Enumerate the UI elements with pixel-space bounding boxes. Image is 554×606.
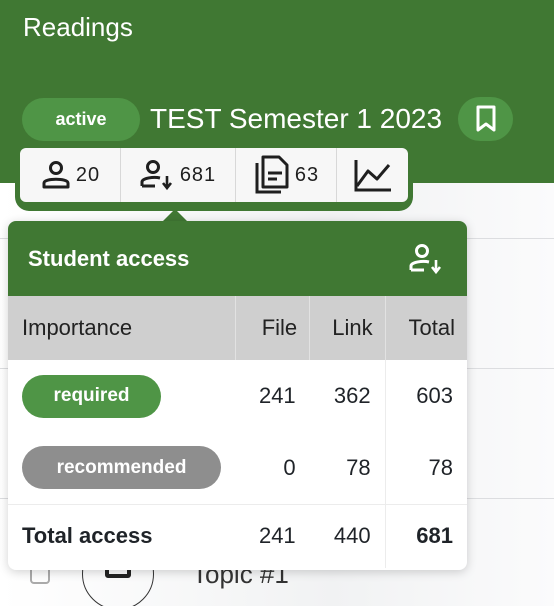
importance-cell: required bbox=[8, 360, 235, 432]
course-row: active TEST Semester 1 2023 bbox=[22, 97, 514, 141]
importance-cell: recommended bbox=[8, 432, 235, 504]
grand-total-cell: 681 bbox=[384, 503, 467, 568]
stat-access-button[interactable]: 681 bbox=[121, 148, 236, 202]
person-download-icon bbox=[140, 160, 172, 191]
stat-students-button[interactable]: 20 bbox=[20, 148, 121, 202]
stat-files-button[interactable]: 63 bbox=[236, 148, 337, 202]
bookmark-icon bbox=[476, 105, 496, 132]
stat-files-value: 63 bbox=[294, 163, 320, 186]
person-icon bbox=[42, 161, 70, 189]
table-row: recommended 0 78 78 bbox=[8, 432, 467, 504]
stat-analytics-button[interactable] bbox=[337, 148, 408, 202]
importance-badge-recommended: recommended bbox=[22, 446, 221, 490]
link-cell: 78 bbox=[346, 454, 371, 480]
stat-students-value: 20 bbox=[75, 163, 101, 186]
stat-access-value: 681 bbox=[179, 163, 217, 186]
bookmark-button[interactable] bbox=[458, 97, 514, 141]
stats-bar-container: 20 681 63 bbox=[15, 143, 413, 211]
column-header-total: Total bbox=[385, 296, 467, 360]
stats-bar: 20 681 63 bbox=[20, 148, 408, 202]
importance-badge-required: required bbox=[22, 374, 161, 418]
total-cell: 603 bbox=[384, 360, 467, 432]
total-link-cell: 440 bbox=[309, 503, 386, 568]
column-header-file: File bbox=[235, 296, 311, 360]
popup-pointer bbox=[163, 209, 187, 221]
column-header-importance: Importance bbox=[8, 296, 236, 360]
access-table: Importance File Link Total required 241 … bbox=[8, 296, 467, 568]
status-badge: active bbox=[22, 97, 140, 141]
column-header-link: Link bbox=[309, 296, 386, 360]
popup-title: Student access bbox=[28, 245, 190, 271]
file-cell: 0 bbox=[283, 454, 296, 480]
total-label: Total access bbox=[8, 503, 235, 568]
table-header-row: Importance File Link Total bbox=[8, 296, 467, 360]
page-title: Readings bbox=[23, 12, 133, 42]
table-row: required 241 362 603 bbox=[8, 360, 467, 432]
total-file-cell: 241 bbox=[235, 503, 310, 568]
line-chart-icon bbox=[354, 160, 391, 192]
table-total-row: Total access 241 440 681 bbox=[8, 503, 467, 568]
files-icon bbox=[255, 155, 289, 194]
person-download-icon bbox=[409, 243, 442, 274]
popup-header: Student access bbox=[8, 221, 467, 296]
course-name: TEST Semester 1 2023 bbox=[150, 103, 443, 134]
link-cell: 362 bbox=[333, 383, 371, 408]
file-cell: 241 bbox=[258, 383, 296, 408]
student-access-popup: Student access Importance File Link Tota… bbox=[8, 221, 467, 570]
total-cell: 78 bbox=[384, 432, 467, 504]
